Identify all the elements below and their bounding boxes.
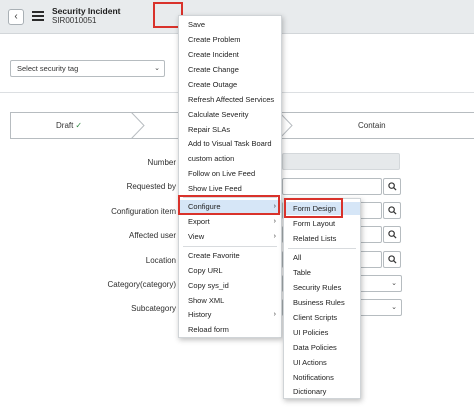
hamburger-menu-icon[interactable] (32, 11, 44, 21)
menu-item-copy-url[interactable]: Copy URL (179, 264, 281, 277)
requested-by-lookup-button[interactable] (383, 178, 401, 195)
security-tag-select[interactable]: Select security tag ⌄ (10, 60, 165, 77)
search-icon (387, 255, 397, 264)
chevron-right-icon: › (273, 311, 276, 318)
search-icon (387, 182, 397, 191)
chevron-right-icon: › (273, 233, 276, 240)
submenu-item-form-layout[interactable]: Form Layout (284, 217, 360, 230)
menu-item-repair-slas[interactable]: Repair SLAs (179, 123, 281, 136)
chevron-down-icon: ⌄ (154, 65, 160, 72)
chevron-right-icon: › (273, 218, 276, 225)
submenu-item-data-policies[interactable]: Data Policies (284, 341, 360, 354)
flow-stage-draft: Draft ✓ (56, 121, 83, 130)
menu-item-create-incident[interactable]: Create Incident (179, 48, 281, 61)
chevron-left-icon: ‹ (14, 11, 18, 22)
number-field (282, 153, 400, 170)
menu-separator (183, 246, 277, 247)
submenu-item-dictionary[interactable]: Dictionary (284, 385, 360, 398)
configuration-item-lookup-button[interactable] (383, 202, 401, 219)
menu-item-show-live-feed[interactable]: Show Live Feed (179, 182, 281, 195)
submenu-item-all[interactable]: All (284, 251, 360, 264)
submenu-item-business-rules[interactable]: Business Rules (284, 296, 360, 309)
submenu-item-security-rules[interactable]: Security Rules (284, 281, 360, 294)
configure-highlight (178, 195, 280, 215)
menu-separator (288, 248, 356, 249)
submenu-item-notifications[interactable]: Notifications (284, 371, 360, 384)
category-label: Category(category) (107, 280, 176, 289)
location-label: Location (145, 256, 176, 265)
menu-item-create-problem[interactable]: Create Problem (179, 33, 281, 46)
menu-item-view[interactable]: View › (179, 230, 281, 243)
menu-item-create-favorite[interactable]: Create Favorite (179, 249, 281, 262)
menu-item-refresh-affected-services[interactable]: Refresh Affected Services (179, 93, 281, 106)
affected-user-lookup-button[interactable] (383, 226, 401, 243)
requested-by-input[interactable] (282, 178, 382, 195)
menu-item-export[interactable]: Export › (179, 215, 281, 228)
submenu-item-ui-policies[interactable]: UI Policies (284, 326, 360, 339)
requested-by-label: Requested by (126, 182, 176, 191)
form-context-menu: Save Create Problem Create Incident Crea… (178, 15, 282, 338)
chevron-down-icon: ⌄ (391, 280, 397, 287)
subcategory-label: Subcategory (131, 304, 176, 313)
menu-item-create-change[interactable]: Create Change (179, 63, 281, 76)
record-number: SIR0010051 (52, 16, 97, 25)
menu-item-reload-form[interactable]: Reload form (179, 323, 281, 336)
configure-submenu: Form Design Form Layout Related Lists Al… (283, 198, 361, 399)
security-tag-placeholder: Select security tag (17, 64, 79, 73)
back-button[interactable]: ‹ (8, 9, 24, 25)
form-title: Security Incident (52, 6, 121, 16)
configuration-item-label: Configuration item (111, 207, 176, 216)
chevron-down-icon: ⌄ (391, 304, 397, 311)
menu-item-create-outage[interactable]: Create Outage (179, 78, 281, 91)
search-icon (387, 230, 397, 239)
submenu-item-related-lists[interactable]: Related Lists (284, 232, 360, 245)
menu-item-add-to-visual-task-board[interactable]: Add to Visual Task Board (179, 137, 281, 150)
checkmark-icon: ✓ (75, 121, 83, 130)
submenu-item-table[interactable]: Table (284, 266, 360, 279)
flow-chevron-separator (131, 112, 145, 139)
menu-item-show-xml[interactable]: Show XML (179, 294, 281, 307)
flow-stage-contain: Contain (358, 121, 386, 130)
submenu-item-ui-actions[interactable]: UI Actions (284, 356, 360, 369)
menu-item-follow-on-live-feed[interactable]: Follow on Live Feed (179, 167, 281, 180)
number-label: Number (147, 158, 176, 167)
search-icon (387, 206, 397, 215)
menu-item-history[interactable]: History › (179, 308, 281, 321)
affected-user-label: Affected user (129, 231, 176, 240)
menu-item-save[interactable]: Save (179, 18, 281, 31)
submenu-item-client-scripts[interactable]: Client Scripts (284, 311, 360, 324)
location-lookup-button[interactable] (383, 251, 401, 268)
form-design-highlight (284, 198, 343, 218)
menu-item-copy-sys-id[interactable]: Copy sys_id (179, 279, 281, 292)
menu-item-custom-action[interactable]: custom action (179, 152, 281, 165)
menu-item-calculate-severity[interactable]: Calculate Severity (179, 108, 281, 121)
